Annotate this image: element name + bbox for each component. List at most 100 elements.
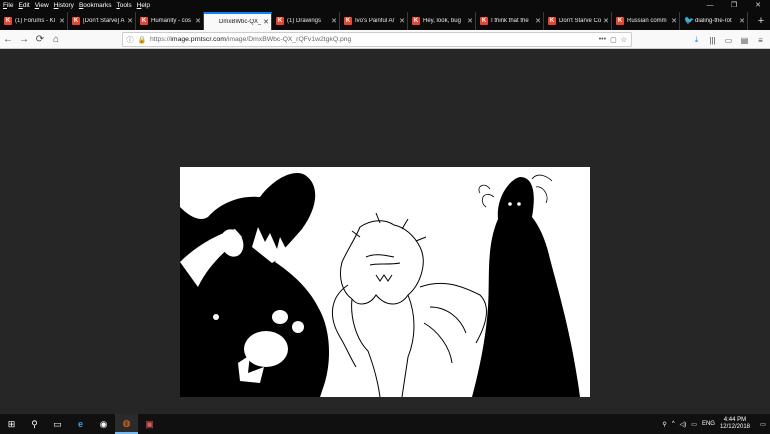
reload-button[interactable]: ⟳ [32,31,48,47]
tab-title: dialing-the-rot [695,18,732,24]
url-text[interactable]: https://image.prntscr.com/image/DmxBWbc-… [150,36,599,43]
close-tab-icon[interactable]: ✕ [57,17,67,25]
image-viewer [0,50,770,414]
tab[interactable]: K Russian comm ✕ [612,12,680,30]
tab-title: DmxBWbc-QX_ [219,19,261,25]
menu-edit[interactable]: Edit [19,2,30,9]
toolbar-right: ⤓ ||| ▭ ▤ ≡ [691,32,766,48]
tab[interactable]: K (1) Forums - Kl ✕ [0,12,68,30]
tab[interactable]: K Ivo's Painful Ar ✕ [340,12,408,30]
menu-bar: File Edit View History Bookmarks Tools H… [0,0,155,11]
battery-icon[interactable]: ▭ [691,421,697,428]
back-button[interactable]: ← [0,31,16,47]
klei-favicon-icon: K [140,17,148,25]
steam-icon[interactable]: ◉ [92,414,115,434]
tab[interactable]: KI think that the ✕ [476,12,544,30]
system-tray: ⚲ ^ ◁) ▭ ENG 4:44 PM 12/12/2018 ▭ [662,414,770,434]
clock[interactable]: 4:44 PM 12/12/2018 [720,417,750,431]
klei-favicon-icon: K [480,17,488,25]
library-icon[interactable]: ||| [707,32,718,48]
tab-title: Hey, look, bug [423,18,461,24]
search-icon[interactable]: ⚲ [23,414,46,434]
tab-title: (1) Forums - Kl [15,18,56,24]
menu-view[interactable]: View [35,2,49,9]
menu-help[interactable]: Help [137,2,150,9]
page-actions-icon[interactable]: ••• [599,36,606,44]
tab-title: (1) Drawings [287,18,322,24]
tab[interactable]: K Humanity - cos ✕ [136,12,204,30]
home-button[interactable]: ⌂ [48,31,64,47]
tab[interactable]: K (1) Drawings ✕ [272,12,340,30]
close-tab-icon[interactable]: ✕ [601,17,611,25]
minimize-button[interactable]: — [698,0,722,11]
menu-file[interactable]: File [3,2,14,9]
close-tab-icon[interactable]: ✕ [261,18,271,26]
tab[interactable]: K [Don't Starve] A ✕ [68,12,136,30]
close-tab-icon[interactable]: ✕ [193,17,203,25]
reader-icon[interactable]: ▤ [739,32,750,48]
windows-taskbar: ⊞ ⚲ ▭ e ◉ ◍ ▣ ⚲ ^ ◁) ▭ ENG 4:44 PM 12/12… [0,414,770,434]
close-tab-icon[interactable]: ✕ [125,17,135,25]
pocket-icon[interactable]: ▢ [610,36,617,44]
volume-icon[interactable]: ◁) [680,421,687,428]
sketch-drawing [180,173,580,397]
chevron-up-icon[interactable]: ^ [672,421,675,427]
language-indicator[interactable]: ENG [702,421,715,427]
klei-favicon-icon: K [276,17,284,25]
displayed-image[interactable] [180,167,590,397]
sidebar-icon[interactable]: ▭ [723,32,734,48]
close-tab-icon[interactable]: ✕ [669,17,679,25]
close-tab-icon[interactable]: ✕ [397,17,407,25]
klei-favicon-icon: K [616,17,624,25]
tab-title: Don't Starve Co [559,18,601,24]
window-controls: — ❐ ✕ [698,0,770,11]
edge-icon[interactable]: e [69,414,92,434]
clock-date: 12/12/2018 [719,424,750,430]
notifications-icon[interactable]: ▭ [756,414,770,434]
close-tab-icon[interactable]: ✕ [329,17,339,25]
tab-title: [Don't Starve] A [83,18,125,24]
tab[interactable]: K Don't Starve Co ✕ [544,12,612,30]
close-tab-icon[interactable]: ✕ [465,17,475,25]
menu-bookmarks[interactable]: Bookmarks [79,2,112,9]
tab-strip: K (1) Forums - Kl ✕ K [Don't Starve] A ✕ K Huma… [0,12,770,30]
task-view-icon[interactable]: ▭ [46,414,69,434]
tab[interactable]: 🐦 dialing-the-rot ✕ [680,12,748,30]
downloads-icon[interactable]: ⤓ [691,32,702,48]
cloaked-figure [472,174,580,397]
close-window-button[interactable]: ✕ [746,0,770,11]
menu-tools[interactable]: Tools [116,2,131,9]
twitter-favicon-icon: 🐦 [684,16,694,25]
klei-favicon-icon: K [344,17,352,25]
forward-button[interactable]: → [16,31,32,47]
new-tab-button[interactable]: + [752,12,770,30]
clock-time: 4:44 PM [723,417,747,423]
tab-title: Ivo's Painful Ar [355,18,395,24]
tab-title: Russian comm [627,18,667,24]
people-icon[interactable]: ⚲ [662,421,666,428]
lock-icon[interactable]: 🔒 [138,36,147,44]
info-icon[interactable]: ⓘ [126,36,134,44]
start-button[interactable]: ⊞ [0,414,23,434]
hamburger-menu-icon[interactable]: ≡ [755,32,766,48]
klei-favicon-icon: K [72,17,80,25]
tab-title: I think that the [491,18,529,24]
tab-title: Humanity - cos [151,18,192,24]
line-art-creature [331,212,487,397]
close-tab-icon[interactable]: ✕ [533,17,543,25]
tab[interactable]: DmxBWbc-QX_ ✕ [204,12,272,30]
klei-favicon-icon: K [548,17,556,25]
url-bar[interactable]: ⓘ 🔒 https://image.prntscr.com/image/DmxB… [122,32,632,47]
browser-window: File Edit View History Bookmarks Tools H… [0,0,770,434]
klei-favicon-icon: K [4,17,12,25]
navigation-toolbar: ← → ⟳ ⌂ ⓘ 🔒 https://image.prntscr.com/im… [0,30,770,49]
close-tab-icon[interactable]: ✕ [737,17,747,25]
bookmark-star-icon[interactable]: ☆ [621,36,627,44]
shadow-creature [180,173,330,397]
tab[interactable]: K Hey, look, bug ✕ [408,12,476,30]
firefox-icon[interactable]: ◍ [115,414,138,434]
blank-favicon-icon [208,18,216,26]
app-icon[interactable]: ▣ [138,414,161,434]
menu-history[interactable]: History [54,2,74,9]
maximize-button[interactable]: ❐ [722,0,746,11]
